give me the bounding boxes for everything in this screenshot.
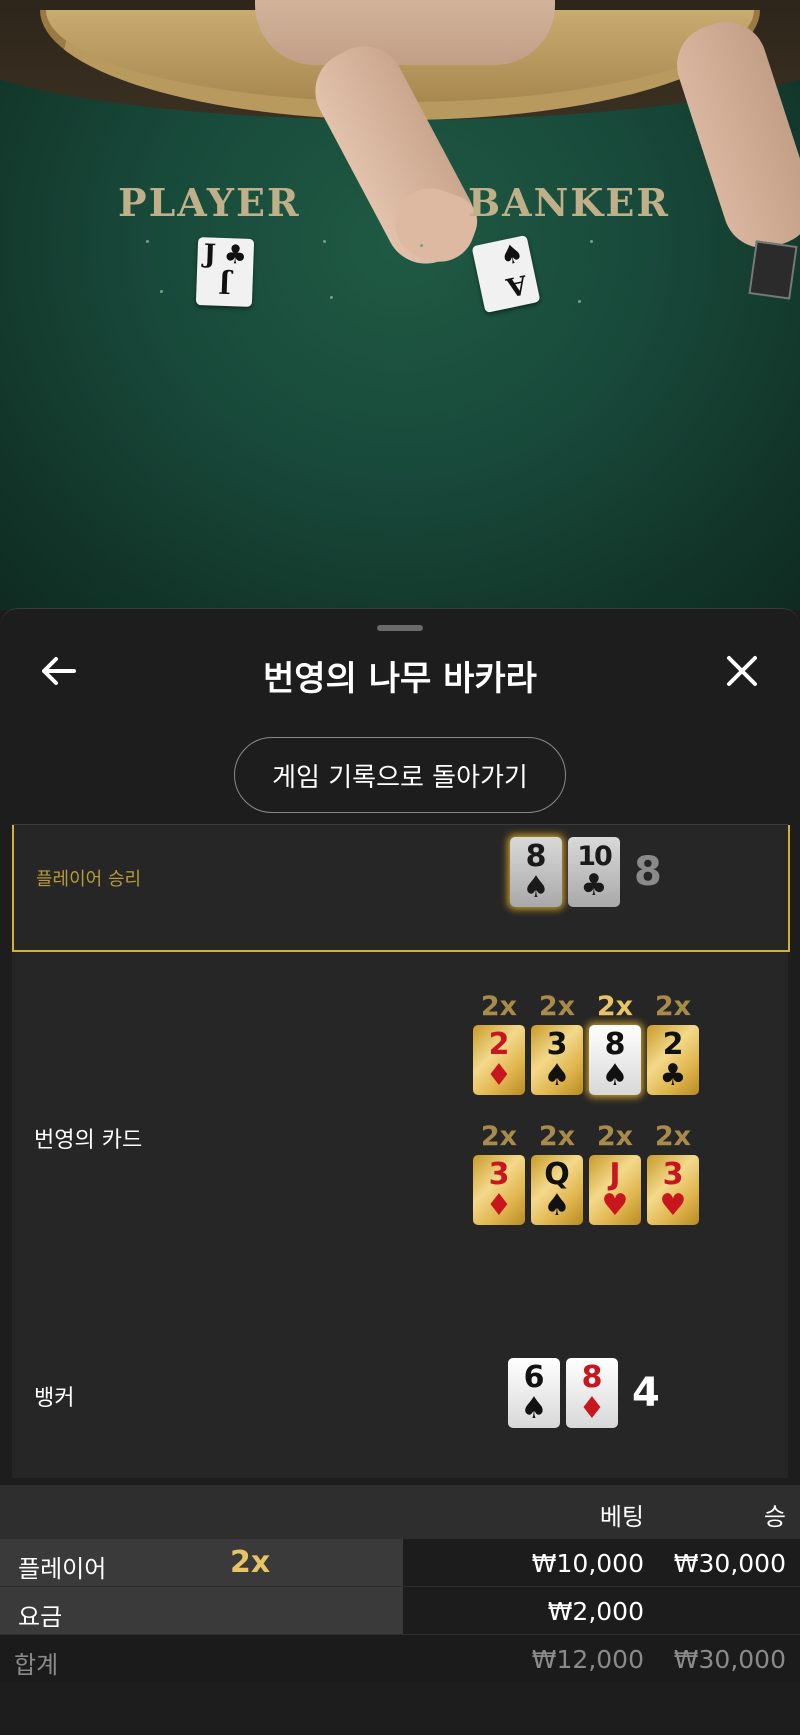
column-win: 승 (763, 1503, 786, 1531)
game-history-panel: 번영의 나무 바카라 게임 기록으로 돌아가기 플레이어 승리 8 ♠ 10 ♣… (0, 608, 800, 1735)
felt-marker (330, 296, 333, 299)
prosperity-card: J ♥ (589, 1155, 641, 1225)
bet-multiplier: 2x (230, 1545, 271, 1580)
card-multiplier: 2x (654, 1121, 692, 1152)
felt-marker (578, 300, 581, 303)
total-label: 합계 (14, 1651, 59, 1679)
round-results: 플레이어 승리 8 ♠ 10 ♣ 8 번영의 카드 2x 2x 2x 2x 2 … (12, 824, 790, 1478)
player-card-2: 10 ♣ (568, 837, 620, 907)
card-suit: ♣ (659, 1057, 687, 1093)
bet-cell-name: 플레이어 2x (0, 1539, 403, 1586)
bet-name: 요금 (18, 1603, 63, 1631)
card-rank: 2 (488, 1026, 510, 1062)
prosperity-card: 3 ♥ (647, 1155, 699, 1225)
prosperity-card-matched: 8 ♠ (589, 1025, 641, 1095)
felt-card-rank: J (203, 239, 217, 270)
felt-card-rank: A (503, 268, 530, 302)
banker-card-2: 8 ♦ (566, 1358, 618, 1428)
dealer (255, 0, 555, 65)
card-suit: ♠ (520, 1390, 548, 1426)
card-rank: 8 (581, 1359, 603, 1395)
player-result-row: 플레이어 승리 8 ♠ 10 ♣ 8 (12, 825, 790, 952)
card-suit: ♦ (485, 1187, 513, 1223)
banker-card-1: 6 ♠ (508, 1358, 560, 1428)
bets-table: 베팅 승 플레이어 2x ₩10,000 ₩30,000 요금 ₩2,000 합… (0, 1485, 800, 1683)
close-button[interactable] (720, 649, 764, 693)
card-suit: ♥ (601, 1187, 629, 1223)
card-multiplier: 2x (538, 991, 576, 1022)
card-multiplier: 2x (596, 1121, 634, 1152)
card-shoe (748, 240, 798, 300)
card-suit: ♦ (578, 1390, 606, 1426)
banker-label: 뱅커 (34, 1386, 75, 1411)
live-video-feed: PLAYER BANKER J ♣ J ♠ A (0, 0, 800, 610)
bet-cell-values: ₩10,000 ₩30,000 (403, 1539, 800, 1586)
close-icon (727, 656, 757, 686)
page-title: 번영의 나무 바카라 (263, 659, 537, 699)
table-row: 요금 ₩2,000 (0, 1587, 800, 1635)
bet-name: 플레이어 (18, 1555, 107, 1583)
prosperity-card: 3 ♦ (473, 1155, 525, 1225)
felt-marker (146, 240, 149, 243)
felt-player-label: PLAYER (118, 180, 301, 225)
card-rank: 10 (577, 841, 613, 872)
bet-cell-name: 요금 (0, 1587, 403, 1634)
prosperity-card: Q ♠ (531, 1155, 583, 1225)
felt-marker (160, 290, 163, 293)
total-win: ₩30,000 (673, 1645, 786, 1674)
felt-marker (323, 240, 326, 243)
column-bet: 베팅 (599, 1503, 644, 1531)
total-bet: ₩12,000 (531, 1645, 644, 1674)
prosperity-card: 2 ♣ (647, 1025, 699, 1095)
return-to-history-button[interactable]: 게임 기록으로 돌아가기 (234, 737, 566, 813)
table-row: 플레이어 2x ₩10,000 ₩30,000 (0, 1539, 800, 1587)
card-rank: 3 (546, 1026, 568, 1062)
felt-marker (590, 240, 593, 243)
card-multiplier: 2x (538, 1121, 576, 1152)
card-suit: ♣ (580, 868, 608, 903)
bet-amount: ₩2,000 (547, 1597, 644, 1626)
drag-handle[interactable] (377, 625, 423, 631)
card-suit: ♠ (601, 1057, 629, 1093)
total-row: 합계 ₩12,000 ₩30,000 (0, 1635, 800, 1683)
card-suit: ♥ (659, 1187, 687, 1223)
card-suit: ♠ (543, 1057, 571, 1093)
card-suit: ♠ (522, 869, 550, 905)
win-amount: ₩30,000 (673, 1549, 786, 1578)
player-total: 8 (634, 849, 662, 895)
card-multiplier-highlighted: 2x (596, 991, 634, 1022)
card-suit: ♠ (543, 1187, 571, 1223)
player-card-1: 8 ♠ (510, 837, 562, 907)
card-multiplier: 2x (480, 1121, 518, 1152)
banker-total: 4 (632, 1370, 660, 1416)
prosperity-cards-label: 번영의 카드 (34, 1128, 143, 1153)
felt-marker (420, 244, 423, 247)
felt-card-suit: ♣ (223, 239, 248, 271)
card-multiplier: 2x (480, 991, 518, 1022)
card-rank: 8 (525, 838, 547, 874)
felt-card-suit: ♠ (497, 238, 527, 273)
felt-card-banker: ♠ A (471, 234, 541, 314)
card-rank: 8 (604, 1026, 626, 1062)
prosperity-card: 3 ♠ (531, 1025, 583, 1095)
bets-table-header: 베팅 승 (0, 1485, 800, 1539)
player-win-label: 플레이어 승리 (36, 869, 142, 890)
felt-card-player: J ♣ J (195, 237, 255, 307)
felt-card-rank-bottom: J (218, 267, 232, 299)
card-rank: 3 (488, 1156, 510, 1192)
bet-cell-values: ₩2,000 (403, 1587, 800, 1634)
card-rank: 6 (523, 1359, 545, 1395)
card-multiplier: 2x (654, 991, 692, 1022)
card-rank: J (609, 1156, 621, 1192)
card-rank: Q (544, 1156, 570, 1192)
card-rank: 3 (662, 1156, 684, 1192)
card-suit: ♦ (485, 1057, 513, 1093)
prosperity-card: 2 ♦ (473, 1025, 525, 1095)
bet-amount: ₩10,000 (531, 1549, 644, 1578)
felt-banker-label: BANKER (468, 180, 670, 225)
card-rank: 2 (662, 1026, 684, 1062)
